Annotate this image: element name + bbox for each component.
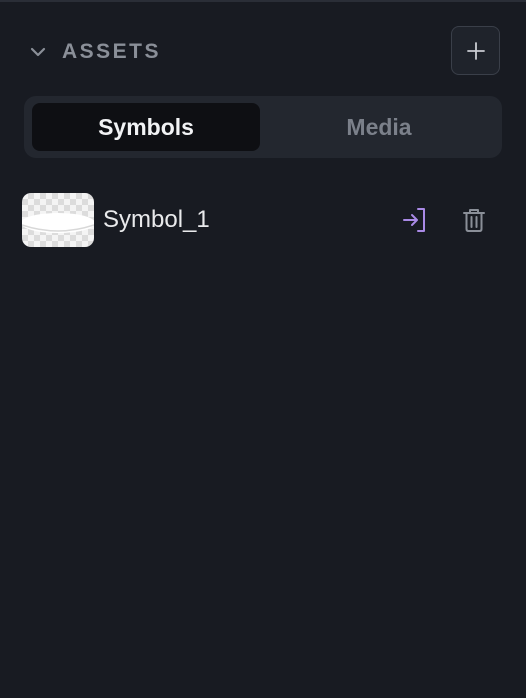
tab-symbols[interactable]: Symbols — [32, 103, 260, 151]
symbol-thumbnail — [22, 193, 94, 247]
delete-symbol-button[interactable] — [457, 203, 491, 237]
asset-tabs: Symbols Media — [24, 96, 502, 158]
chevron-down-icon — [30, 47, 46, 57]
trash-icon — [463, 209, 485, 232]
enter-symbol-button[interactable] — [397, 203, 431, 237]
tab-media[interactable]: Media — [264, 103, 494, 151]
add-asset-button[interactable] — [451, 26, 500, 75]
list-item[interactable]: Symbol_1 — [0, 186, 526, 254]
collapse-toggle[interactable] — [26, 40, 50, 64]
enter-symbol-icon — [403, 208, 425, 232]
plus-icon — [466, 41, 485, 60]
asset-name: Symbol_1 — [103, 206, 210, 233]
section-title: ASSETS — [62, 40, 162, 63]
assets-header: ASSETS — [0, 0, 526, 100]
